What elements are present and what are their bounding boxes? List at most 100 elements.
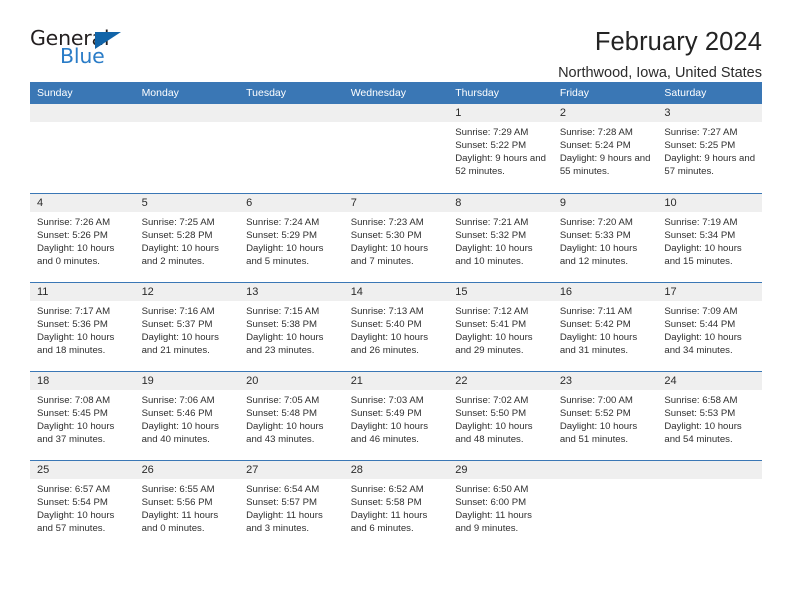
daylight-text: Daylight: 10 hours and 43 minutes. — [246, 420, 324, 445]
calendar-day-cell[interactable]: 28 Sunrise: 6:52 AM Sunset: 5:58 PM Dayligh… — [343, 459, 449, 549]
day-number: 13 — [239, 282, 344, 301]
sunrise-text: Sunrise: 7:12 AM — [455, 305, 529, 317]
day-number: 17 — [657, 282, 762, 301]
sunrise-text: Sunrise: 7:03 AM — [350, 394, 424, 406]
day-number: 6 — [239, 193, 344, 212]
sunrise-text: Sunrise: 6:57 AM — [37, 483, 111, 495]
sunset-text: Sunset: 5:22 PM — [455, 140, 527, 152]
calendar-day-cell[interactable]: 4 Sunrise: 7:26 AM Sunset: 5:26 PM Daylight… — [30, 192, 135, 282]
daylight-text: Daylight: 10 hours and 57 minutes. — [37, 509, 115, 534]
weekday-header-thursday: Thursday — [448, 82, 553, 104]
calendar-day-cell[interactable]: 1 Sunrise: 7:29 AM Sunset: 5:22 PM Daylight… — [448, 104, 553, 193]
day-number: 11 — [30, 282, 135, 301]
day-number: 23 — [552, 371, 658, 390]
sunset-text: Sunset: 5:32 PM — [455, 229, 527, 241]
sunrise-text: Sunrise: 7:11 AM — [559, 305, 633, 317]
day-number: 1 — [448, 104, 553, 122]
calendar-day-cell[interactable]: 16 Sunrise: 7:11 AM Sunset: 5:42 PM Dayligh… — [552, 281, 658, 371]
day-details: Sunrise: 6:52 AM Sunset: 5:58 PM Daylight:… — [344, 479, 449, 535]
day-number: 5 — [134, 193, 240, 212]
day-number: 4 — [30, 193, 135, 212]
calendar-week-row: 18 Sunrise: 7:08 AM Sunset: 5:45 PM Dayligh… — [30, 370, 762, 460]
calendar-day-cell[interactable]: 8 Sunrise: 7:21 AM Sunset: 5:32 PM Daylight… — [448, 192, 553, 282]
title-block: February 2024 Northwood, Iowa, United St… — [558, 28, 762, 82]
day-details: Sunrise: 7:12 AM Sunset: 5:41 PM Daylight:… — [448, 301, 553, 357]
sunset-text: Sunset: 5:26 PM — [37, 229, 108, 241]
calendar-day-cell[interactable]: 6 Sunrise: 7:24 AM Sunset: 5:29 PM Daylight… — [239, 192, 344, 282]
day-details: Sunrise: 7:29 AM Sunset: 5:22 PM Daylight:… — [448, 122, 553, 178]
day-number — [343, 104, 449, 122]
calendar-day-cell[interactable]: 24 Sunrise: 6:58 AM Sunset: 5:53 PM Dayligh… — [657, 370, 762, 460]
day-details: Sunrise: 7:03 AM Sunset: 5:49 PM Daylight:… — [344, 390, 449, 446]
day-details: Sunrise: 7:09 AM Sunset: 5:44 PM Daylight:… — [657, 301, 762, 357]
day-number: 2 — [552, 104, 658, 122]
calendar-day-cell[interactable]: 19 Sunrise: 7:06 AM Sunset: 5:46 PM Dayligh… — [134, 370, 240, 460]
day-number: 7 — [343, 193, 449, 212]
day-details: Sunrise: 7:20 AM Sunset: 5:33 PM Daylight:… — [553, 212, 658, 268]
day-number: 15 — [448, 282, 553, 301]
calendar-day-cell[interactable]: 26 Sunrise: 6:55 AM Sunset: 5:56 PM Dayligh… — [134, 459, 240, 549]
sunset-text: Sunset: 6:00 PM — [455, 496, 527, 508]
calendar-day-cell[interactable]: 14 Sunrise: 7:13 AM Sunset: 5:40 PM Dayligh… — [343, 281, 449, 371]
sunset-text: Sunset: 5:49 PM — [350, 407, 422, 419]
day-number: 8 — [448, 193, 553, 212]
calendar-day-cell[interactable]: 3 Sunrise: 7:27 AM Sunset: 5:25 PM Daylight… — [657, 104, 762, 193]
page-subtitle: Northwood, Iowa, United States — [558, 65, 762, 82]
calendar-week-row: 1 Sunrise: 7:29 AM Sunset: 5:22 PM Daylight… — [30, 104, 762, 193]
day-details: Sunrise: 6:54 AM Sunset: 5:57 PM Daylight:… — [239, 479, 344, 535]
calendar-day-cell[interactable]: 5 Sunrise: 7:25 AM Sunset: 5:28 PM Daylight… — [134, 192, 240, 282]
weekday-header-saturday: Saturday — [657, 82, 762, 104]
calendar-day-cell-empty — [343, 104, 449, 193]
calendar-day-cell[interactable]: 21 Sunrise: 7:03 AM Sunset: 5:49 PM Dayligh… — [343, 370, 449, 460]
calendar-day-cell[interactable]: 11 Sunrise: 7:17 AM Sunset: 5:36 PM Dayligh… — [30, 281, 135, 371]
calendar-day-cell[interactable]: 27 Sunrise: 6:54 AM Sunset: 5:57 PM Dayligh… — [239, 459, 344, 549]
calendar-day-cell[interactable]: 20 Sunrise: 7:05 AM Sunset: 5:48 PM Dayligh… — [239, 370, 344, 460]
day-number: 29 — [448, 460, 553, 479]
calendar-day-cell[interactable]: 13 Sunrise: 7:15 AM Sunset: 5:38 PM Dayligh… — [239, 281, 344, 371]
calendar-day-cell[interactable]: 15 Sunrise: 7:12 AM Sunset: 5:41 PM Dayligh… — [448, 281, 553, 371]
day-details: Sunrise: 7:27 AM Sunset: 5:25 PM Daylight:… — [657, 122, 762, 178]
daylight-text: Daylight: 11 hours and 0 minutes. — [141, 509, 219, 534]
sunset-text: Sunset: 5:53 PM — [664, 407, 736, 419]
calendar-day-cell[interactable]: 17 Sunrise: 7:09 AM Sunset: 5:44 PM Dayligh… — [657, 281, 762, 371]
weekday-header-sunday: Sunday — [30, 82, 135, 104]
calendar-day-cell[interactable]: 29 Sunrise: 6:50 AM Sunset: 6:00 PM Dayligh… — [448, 459, 553, 549]
day-details: Sunrise: 7:02 AM Sunset: 5:50 PM Daylight:… — [448, 390, 553, 446]
sunset-text: Sunset: 5:30 PM — [350, 229, 422, 241]
weekday-header-wednesday: Wednesday — [343, 82, 449, 104]
day-details: Sunrise: 7:19 AM Sunset: 5:34 PM Daylight:… — [657, 212, 762, 268]
calendar-week-row: 11 Sunrise: 7:17 AM Sunset: 5:36 PM Dayligh… — [30, 281, 762, 371]
general-blue-logo[interactable]: General Blue — [30, 28, 150, 74]
sunrise-text: Sunrise: 7:25 AM — [141, 216, 215, 228]
sunset-text: Sunset: 5:56 PM — [141, 496, 213, 508]
day-details: Sunrise: 7:08 AM Sunset: 5:45 PM Daylight:… — [30, 390, 135, 446]
sunset-text: Sunset: 5:48 PM — [246, 407, 318, 419]
day-details: Sunrise: 7:26 AM Sunset: 5:26 PM Daylight:… — [30, 212, 135, 268]
sunset-text: Sunset: 5:45 PM — [37, 407, 108, 419]
daylight-text: Daylight: 10 hours and 12 minutes. — [559, 242, 638, 267]
calendar-page: General Blue February 2024 Northwood, Io… — [0, 0, 792, 612]
calendar-day-cell[interactable]: 25 Sunrise: 6:57 AM Sunset: 5:54 PM Dayligh… — [30, 459, 135, 549]
sunrise-text: Sunrise: 7:19 AM — [664, 216, 738, 228]
calendar-day-cell[interactable]: 23 Sunrise: 7:00 AM Sunset: 5:52 PM Dayligh… — [552, 370, 658, 460]
day-details: Sunrise: 7:05 AM Sunset: 5:48 PM Daylight:… — [239, 390, 344, 446]
daylight-text: Daylight: 10 hours and 48 minutes. — [455, 420, 533, 445]
sunset-text: Sunset: 5:24 PM — [559, 140, 631, 152]
sunset-text: Sunset: 5:42 PM — [559, 318, 631, 330]
calendar-header-row: Sunday Monday Tuesday Wednesday Thursday Frid… — [30, 82, 762, 104]
day-number: 25 — [30, 460, 135, 479]
calendar-day-cell[interactable]: 10 Sunrise: 7:19 AM Sunset: 5:34 PM Dayligh… — [657, 192, 762, 282]
sunset-text: Sunset: 5:52 PM — [559, 407, 631, 419]
calendar-day-cell[interactable]: 7 Sunrise: 7:23 AM Sunset: 5:30 PM Daylight… — [343, 192, 449, 282]
sunset-text: Sunset: 5:36 PM — [37, 318, 108, 330]
calendar-day-cell[interactable]: 12 Sunrise: 7:16 AM Sunset: 5:37 PM Dayligh… — [134, 281, 240, 371]
calendar-day-cell[interactable]: 22 Sunrise: 7:02 AM Sunset: 5:50 PM Dayligh… — [448, 370, 553, 460]
day-details: Sunrise: 7:16 AM Sunset: 5:37 PM Daylight:… — [135, 301, 240, 357]
calendar-day-cell[interactable]: 18 Sunrise: 7:08 AM Sunset: 5:45 PM Dayligh… — [30, 370, 135, 460]
sunrise-text: Sunrise: 7:24 AM — [246, 216, 320, 228]
sunrise-text: Sunrise: 7:20 AM — [559, 216, 633, 228]
calendar-day-cell[interactable]: 2 Sunrise: 7:28 AM Sunset: 5:24 PM Daylight… — [552, 104, 658, 193]
day-details: Sunrise: 7:06 AM Sunset: 5:46 PM Daylight:… — [135, 390, 240, 446]
page-title: February 2024 — [594, 28, 762, 56]
calendar-day-cell[interactable]: 9 Sunrise: 7:20 AM Sunset: 5:33 PM Daylight… — [552, 192, 658, 282]
